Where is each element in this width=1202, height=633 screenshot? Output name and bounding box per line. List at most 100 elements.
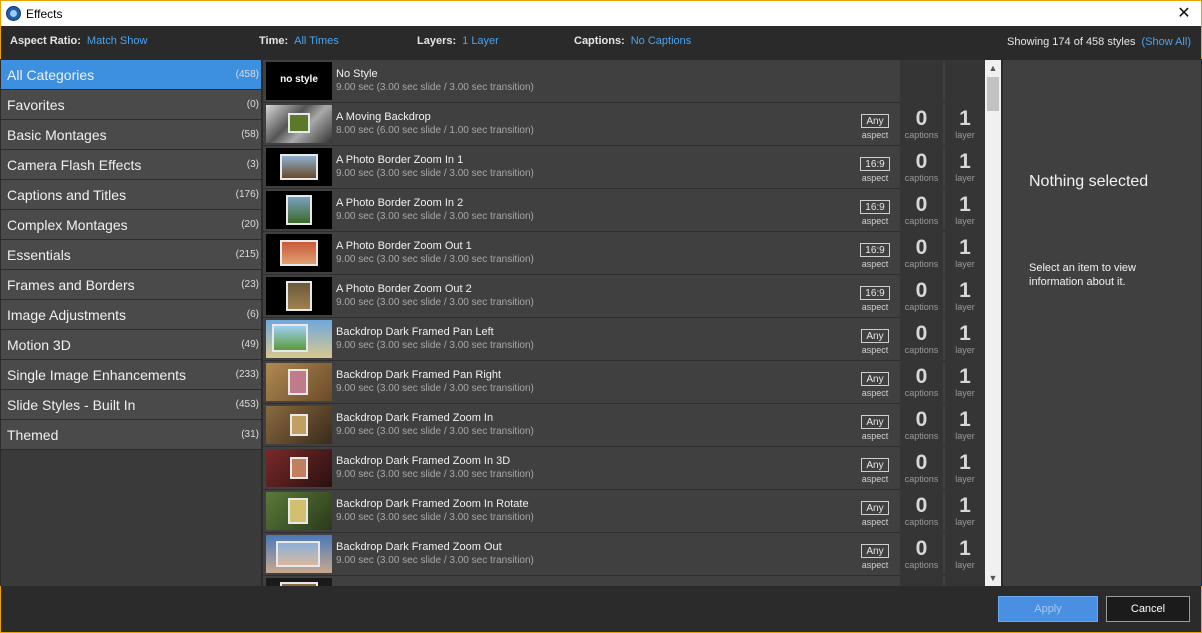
layers-link[interactable]: 1 Layer xyxy=(462,35,499,47)
category-item[interactable]: Motion 3D (49) xyxy=(1,330,261,360)
showing-count: Showing 174 of 458 styles (Show All) xyxy=(1007,36,1191,48)
thumbnail-photo xyxy=(290,457,308,479)
aspect-indicator: Any aspect xyxy=(855,326,895,355)
style-row[interactable]: Backdrop Dark Framed Zoom In Rotate 9.00… xyxy=(263,490,985,533)
scroll-up-icon[interactable]: ▲ xyxy=(985,60,1001,76)
aspect-label: aspect xyxy=(861,173,889,183)
category-count: (0) xyxy=(246,99,259,110)
category-count: (23) xyxy=(241,279,259,290)
style-thumbnail xyxy=(266,406,332,444)
layers-count: 1 xyxy=(959,408,971,431)
captions-column: 0 captions xyxy=(900,146,943,189)
category-item[interactable]: All Categories (458) xyxy=(1,60,261,90)
style-row[interactable] xyxy=(263,576,985,586)
category-item[interactable]: Basic Montages (58) xyxy=(1,120,261,150)
thumbnail-photo xyxy=(286,195,312,225)
style-thumbnail xyxy=(266,363,332,401)
aspect-value: Any xyxy=(861,544,889,558)
category-item[interactable]: Captions and Titles (176) xyxy=(1,180,261,210)
aspect-label: aspect xyxy=(861,130,889,140)
aspect-indicator: Any aspect xyxy=(855,111,895,140)
style-list-scrollbar[interactable]: ▲ ▼ xyxy=(985,60,1001,586)
category-count: (233) xyxy=(235,369,259,380)
time-link[interactable]: All Times xyxy=(294,35,339,47)
style-row[interactable]: Backdrop Dark Framed Pan Left 9.00 sec (… xyxy=(263,318,985,361)
info-description: Select an item to view information about… xyxy=(1029,262,1136,288)
layers-label: layer xyxy=(955,216,975,226)
captions-column: 0 captions xyxy=(900,275,943,318)
style-name: No Style xyxy=(336,68,378,80)
style-thumbnail xyxy=(266,320,332,358)
style-row[interactable]: Backdrop Dark Framed Zoom Out 9.00 sec (… xyxy=(263,533,985,576)
scrollbar-thumb[interactable] xyxy=(987,77,999,111)
style-duration: 9.00 sec (3.00 sec slide / 3.00 sec tran… xyxy=(336,555,534,566)
style-thumbnail: no style xyxy=(266,62,332,100)
aspect-ratio-link[interactable]: Match Show xyxy=(87,35,148,47)
style-row[interactable]: A Photo Border Zoom Out 2 9.00 sec (3.00… xyxy=(263,275,985,318)
aspect-value: Any xyxy=(861,329,889,343)
style-duration: 9.00 sec (3.00 sec slide / 3.00 sec tran… xyxy=(336,340,534,351)
captions-link[interactable]: No Captions xyxy=(631,35,692,47)
style-row[interactable]: A Photo Border Zoom In 1 9.00 sec (3.00 … xyxy=(263,146,985,189)
captions-count: 0 xyxy=(915,193,928,216)
aspect-value: 16:9 xyxy=(860,243,890,257)
layers-count: 1 xyxy=(959,537,971,560)
show-all-link[interactable]: (Show All) xyxy=(1141,36,1191,48)
layers-label: layer xyxy=(955,259,975,269)
aspect-indicator: Any aspect xyxy=(855,498,895,527)
captions-label: captions xyxy=(904,216,939,226)
style-row[interactable]: A Photo Border Zoom Out 1 9.00 sec (3.00… xyxy=(263,232,985,275)
aspect-value: 16:9 xyxy=(860,157,890,171)
captions-count: 0 xyxy=(915,408,928,431)
category-item[interactable]: Favorites (0) xyxy=(1,90,261,120)
captions-label: captions xyxy=(904,474,939,484)
captions-label: captions xyxy=(904,388,939,398)
category-item[interactable]: Complex Montages (20) xyxy=(1,210,261,240)
window-title: Effects xyxy=(26,7,63,21)
category-item[interactable]: Camera Flash Effects (3) xyxy=(1,150,261,180)
category-item[interactable]: Image Adjustments (6) xyxy=(1,300,261,330)
style-name: Backdrop Dark Framed Pan Right xyxy=(336,369,502,381)
layers-label: Layers: xyxy=(417,35,457,47)
aspect-label: aspect xyxy=(861,302,889,312)
category-item[interactable]: Single Image Enhancements (233) xyxy=(1,360,261,390)
scroll-down-icon[interactable]: ▼ xyxy=(985,570,1001,586)
captions-column: 0 captions xyxy=(900,490,943,533)
app-logo-icon xyxy=(6,6,21,21)
layers-column: 1 layer xyxy=(945,275,985,318)
style-thumbnail xyxy=(266,277,332,315)
style-row[interactable]: Backdrop Dark Framed Zoom In 9.00 sec (3… xyxy=(263,404,985,447)
captions-label: captions xyxy=(904,130,939,140)
style-row[interactable]: no style No Style 9.00 sec (3.00 sec sli… xyxy=(263,60,985,103)
category-item[interactable]: Essentials (215) xyxy=(1,240,261,270)
showing-text: Showing 174 of 458 styles xyxy=(1007,36,1136,48)
category-item[interactable]: Slide Styles - Built In (453) xyxy=(1,390,261,420)
cancel-button[interactable]: Cancel xyxy=(1106,596,1190,622)
thumbnail-photo xyxy=(288,369,308,395)
category-count: (49) xyxy=(241,339,259,350)
thumbnail-photo xyxy=(280,154,318,180)
time-label: Time: xyxy=(259,35,289,47)
style-row[interactable]: A Moving Backdrop 8.00 sec (6.00 sec sli… xyxy=(263,103,985,146)
layers-column: 1 layer xyxy=(945,146,985,189)
layers-column: 1 layer xyxy=(945,189,985,232)
style-row[interactable]: A Photo Border Zoom In 2 9.00 sec (3.00 … xyxy=(263,189,985,232)
captions-column: 0 captions xyxy=(900,533,943,576)
captions-filter: Captions: No Captions xyxy=(574,35,691,47)
layers-label: layer xyxy=(955,388,975,398)
captions-column: 0 captions xyxy=(900,103,943,146)
apply-button[interactable]: Apply xyxy=(998,596,1098,622)
category-item[interactable]: Themed (31) xyxy=(1,420,261,450)
layers-column: 1 layer xyxy=(945,318,985,361)
layers-label: layer xyxy=(955,517,975,527)
category-name: Image Adjustments xyxy=(7,307,127,323)
aspect-label: aspect xyxy=(861,388,889,398)
style-row[interactable]: Backdrop Dark Framed Pan Right 9.00 sec … xyxy=(263,361,985,404)
style-thumbnail xyxy=(266,191,332,229)
style-row[interactable]: Backdrop Dark Framed Zoom In 3D 9.00 sec… xyxy=(263,447,985,490)
captions-count: 0 xyxy=(915,322,928,345)
style-name: A Moving Backdrop xyxy=(336,111,431,123)
category-item[interactable]: Frames and Borders (23) xyxy=(1,270,261,300)
captions-count: 0 xyxy=(915,279,928,302)
close-icon[interactable]: ✕ xyxy=(1173,4,1195,24)
